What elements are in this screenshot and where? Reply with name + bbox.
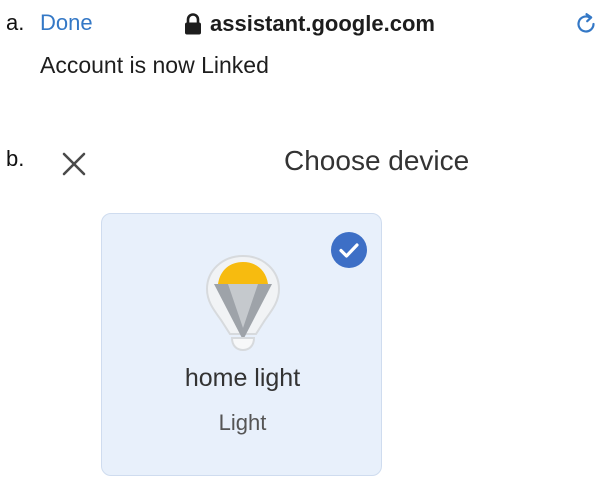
section-label-a: a. bbox=[6, 10, 25, 35]
section-label-b: b. bbox=[6, 146, 25, 171]
device-type: Light bbox=[218, 410, 267, 435]
done-button[interactable]: Done bbox=[40, 10, 93, 36]
browser-toolbar: Done assistant.google.com bbox=[28, 0, 616, 50]
dialog-title: Choose device bbox=[284, 145, 470, 176]
selected-check-icon bbox=[331, 232, 367, 268]
url-text: assistant.google.com bbox=[210, 11, 435, 36]
device-card[interactable]: home light Light bbox=[101, 213, 382, 476]
close-icon[interactable] bbox=[60, 150, 88, 178]
account-status-text: Account is now Linked bbox=[40, 52, 269, 78]
device-name: home light bbox=[184, 364, 301, 392]
address-bar[interactable]: assistant.google.com bbox=[184, 9, 435, 39]
lock-icon bbox=[184, 13, 202, 35]
light-bulb-icon bbox=[204, 254, 282, 354]
reload-icon[interactable] bbox=[574, 12, 598, 36]
